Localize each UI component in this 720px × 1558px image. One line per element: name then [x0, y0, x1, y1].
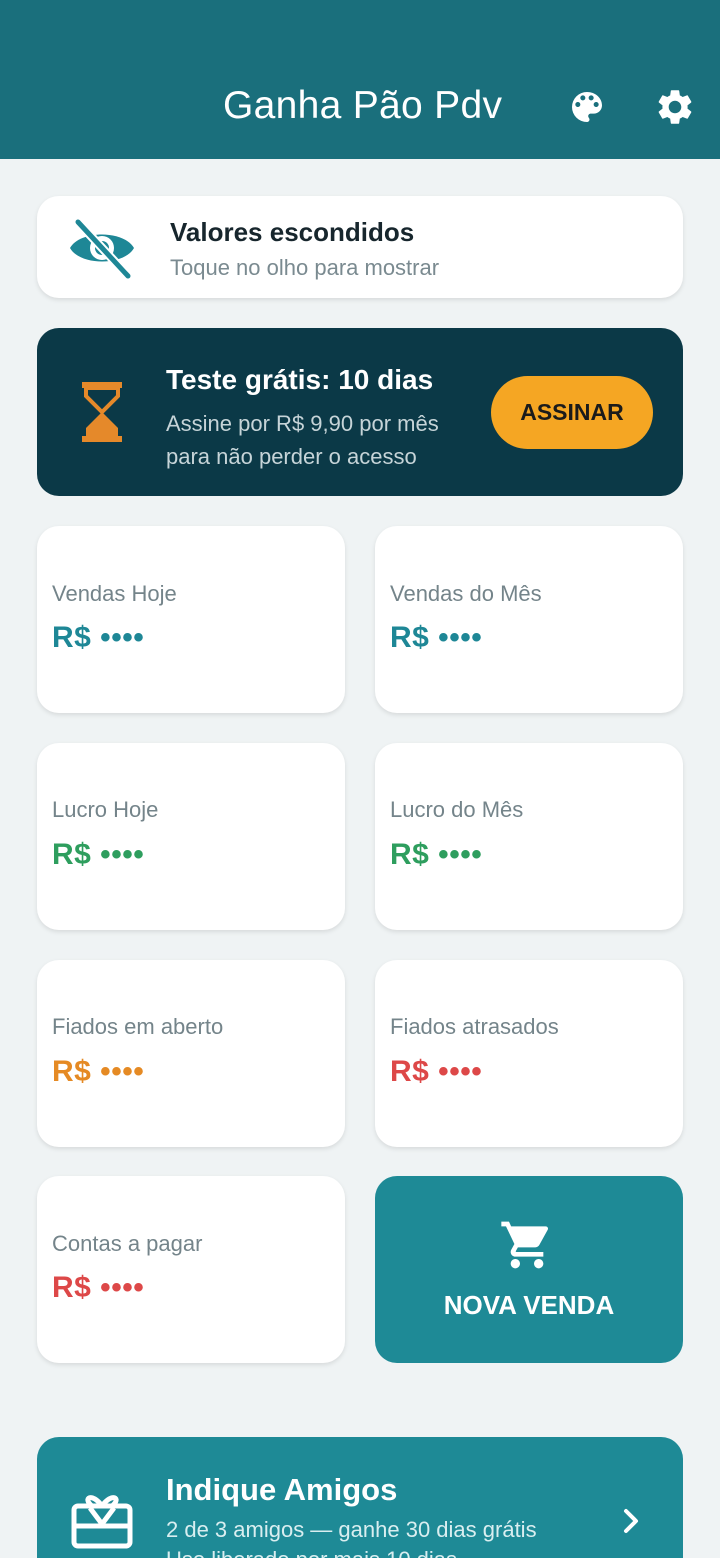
gear-icon	[658, 90, 692, 124]
subscribe-button[interactable]: ASSINAR	[491, 376, 653, 449]
chevron-right-icon[interactable]	[618, 1506, 644, 1536]
gift-icon	[71, 1495, 133, 1549]
stat-label: Vendas Hoje	[52, 581, 177, 606]
stat-value: R$ ••••	[390, 621, 483, 654]
stat-card-sales-today[interactable]	[37, 526, 345, 713]
referral-line-1: 2 de 3 amigos — ganhe 30 dias grátis	[166, 1517, 537, 1542]
stat-value: R$ ••••	[390, 1055, 483, 1088]
stat-value: R$ ••••	[52, 838, 145, 871]
stat-card-profit-today[interactable]	[37, 743, 345, 930]
stat-value: R$ ••••	[52, 1271, 145, 1304]
stat-label: Contas a pagar	[52, 1231, 203, 1256]
app-title: Ganha Pão Pdv	[223, 84, 503, 127]
referral-line-2: Uso liberado por mais 10 dias	[166, 1545, 537, 1558]
stat-label: Fiados em aberto	[52, 1014, 224, 1039]
stat-card-bills-to-pay[interactable]	[37, 1176, 345, 1363]
eye-off-icon[interactable]	[66, 216, 138, 280]
stat-label: Vendas do Mês	[390, 581, 542, 606]
stat-card-profit-month[interactable]	[375, 743, 683, 930]
stat-label: Lucro Hoje	[52, 797, 159, 822]
hourglass-icon	[82, 382, 122, 442]
palette-icon	[572, 92, 602, 122]
hidden-values-title: Valores escondidos	[170, 217, 415, 247]
trial-title: Teste grátis: 10 dias	[166, 364, 434, 395]
settings-button[interactable]	[652, 84, 698, 130]
stat-card-sales-month[interactable]	[375, 526, 683, 713]
stat-value: R$ ••••	[390, 838, 483, 871]
hidden-values-subtitle: Toque no olho para mostrar	[170, 255, 440, 280]
stat-card-overdue-credit[interactable]	[375, 960, 683, 1147]
new-sale-label: NOVA VENDA	[443, 1290, 615, 1320]
stat-value: R$ ••••	[52, 1055, 145, 1088]
theme-button[interactable]	[564, 84, 610, 130]
stat-value: R$ ••••	[52, 621, 145, 654]
stat-label: Fiados atrasados	[390, 1014, 559, 1039]
referral-subtitle: 2 de 3 amigos — ganhe 30 dias grátis Uso…	[166, 1515, 537, 1558]
app-bar	[0, 0, 720, 159]
trial-subtitle: Assine por R$ 9,90 por mês para não perd…	[166, 411, 439, 469]
cart-icon	[501, 1221, 549, 1269]
referral-title: Indique Amigos	[166, 1472, 398, 1507]
stat-card-open-credit[interactable]	[37, 960, 345, 1147]
stat-label: Lucro do Mês	[390, 797, 524, 822]
